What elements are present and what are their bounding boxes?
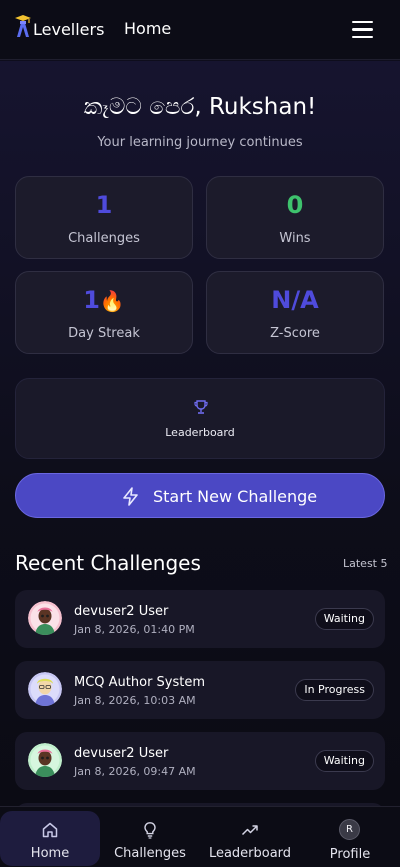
opponent-avatar [28,601,62,635]
start-new-challenge-button[interactable]: Start New Challenge [15,473,385,518]
bottom-nav-label: Challenges [114,846,186,861]
opponent-avatar [28,743,62,777]
brand-name[interactable]: Levellers [33,20,104,39]
greeting-title: කෑමට පෙර, Rukshan! [83,94,317,120]
bottom-nav-label: Profile [329,847,371,862]
stat-value: 1 [95,191,113,219]
leaderboard-card-label: Leaderboard [165,426,235,439]
challenge-opponent: devuser2 User [74,746,169,761]
levellers-logo-icon[interactable] [14,14,32,38]
greeting-subtitle: Your learning journey continues [97,135,303,150]
stat-label: Z-Score [270,326,320,341]
start-button-label: Start New Challenge [153,487,318,506]
bottom-nav-label: Home [30,846,70,861]
bottom-nav-label: Leaderboard [208,846,292,861]
hamburger-menu-icon[interactable] [350,18,376,40]
bolt-icon [123,487,138,506]
status-badge: In Progress [295,679,374,701]
app-header: Levellers Home [0,0,400,60]
bottom-nav-home[interactable]: Home [0,811,100,866]
stat-label: Wins [279,231,311,246]
lightbulb-icon [144,822,156,839]
status-badge: Waiting [314,608,374,630]
stat-card-day-streak: 1🔥 Day Streak [15,271,193,354]
bottom-nav-challenges[interactable]: Challenges [100,811,200,866]
opponent-avatar [28,672,62,706]
leaderboard-card[interactable]: Leaderboard [15,378,385,459]
bottom-nav-profile[interactable]: R Profile [300,811,400,866]
stat-value: 0 [286,191,304,219]
trophy-icon [194,400,208,414]
stat-value: 1🔥 [16,286,192,314]
stat-card-wins: 0 Wins [206,176,384,259]
fire-icon: 🔥 [99,289,125,313]
challenge-opponent: devuser2 User [74,604,169,619]
challenge-date: Jan 8, 2026, 09:47 AM [74,765,196,778]
avatar: R [339,819,360,840]
trending-up-icon [241,825,258,836]
challenge-date: Jan 8, 2026, 10:03 AM [74,694,196,707]
challenge-date: Jan 8, 2026, 01:40 PM [74,623,195,636]
stat-card-z-score: N/A Z-Score [206,271,384,354]
stat-value: N/A [271,286,319,314]
nav-home-link[interactable]: Home [124,19,171,38]
stat-label: Challenges [68,231,140,246]
challenge-opponent: MCQ Author System [74,675,206,690]
status-badge: Waiting [314,750,374,772]
bottom-nav: Home Challenges Leaderboard R Profile [0,806,400,867]
challenge-row[interactable]: devuser2 User Jan 8, 2026, 09:47 AM Wait… [15,732,385,790]
recent-challenges-meta: Latest 5 [343,557,388,570]
bottom-nav-leaderboard[interactable]: Leaderboard [200,811,300,866]
streak-count: 1 [83,286,100,314]
challenge-row[interactable]: MCQ Author System Jan 8, 2026, 10:03 AM … [15,661,385,719]
stat-label: Day Streak [68,326,140,341]
challenge-row[interactable]: devuser2 User Jan 8, 2026, 01:40 PM Wait… [15,590,385,648]
home-icon [42,822,58,838]
stat-card-challenges: 1 Challenges [15,176,193,259]
recent-challenges-title: Recent Challenges [15,551,201,575]
